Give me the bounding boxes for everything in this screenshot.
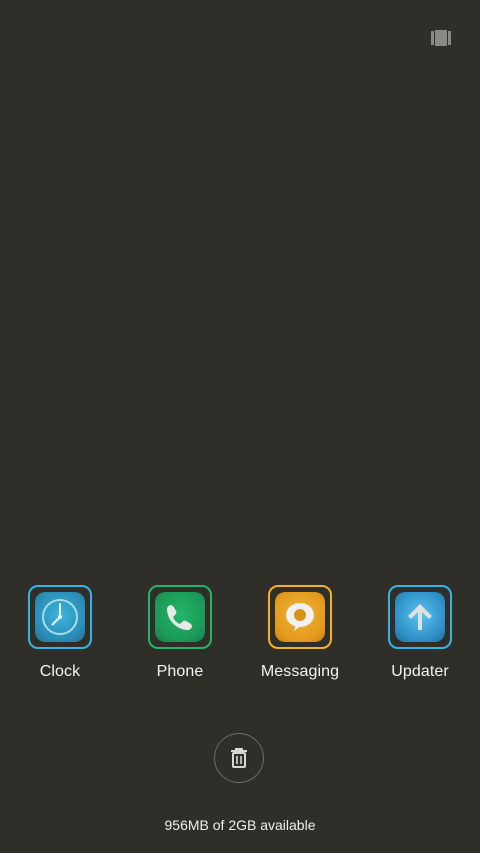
clock-icon-frame (28, 585, 92, 649)
message-icon-background (275, 592, 325, 642)
recents-list-icon (431, 30, 451, 46)
recent-apps-row: Clock Phone Messaging Updater (0, 585, 480, 695)
recent-app-label: Messaging (260, 663, 340, 680)
phone-icon-background (155, 592, 205, 642)
message-icon (286, 603, 314, 631)
clear-all-button[interactable] (214, 733, 264, 783)
recent-app-clock[interactable]: Clock (0, 585, 120, 695)
clock-icon-background (35, 592, 85, 642)
recent-app-updater[interactable]: Updater (360, 585, 480, 695)
memory-status-text: 956MB of 2GB available (164, 817, 316, 833)
phone-icon (167, 605, 192, 630)
recent-app-label: Updater (391, 663, 449, 680)
phone-icon-frame (148, 585, 212, 649)
recent-app-label: Clock (39, 663, 81, 680)
clock-icon (42, 599, 78, 635)
recent-app-messaging[interactable]: Messaging (240, 585, 360, 695)
recent-app-label: Phone (156, 663, 204, 680)
message-icon-frame (268, 585, 332, 649)
arrow-up-icon-background (395, 592, 445, 642)
arrow-up-icon (408, 604, 432, 630)
recent-app-phone[interactable]: Phone (120, 585, 240, 695)
trash-icon (231, 748, 247, 768)
arrow-up-icon-frame (388, 585, 452, 649)
recents-menu-button[interactable] (430, 28, 452, 48)
